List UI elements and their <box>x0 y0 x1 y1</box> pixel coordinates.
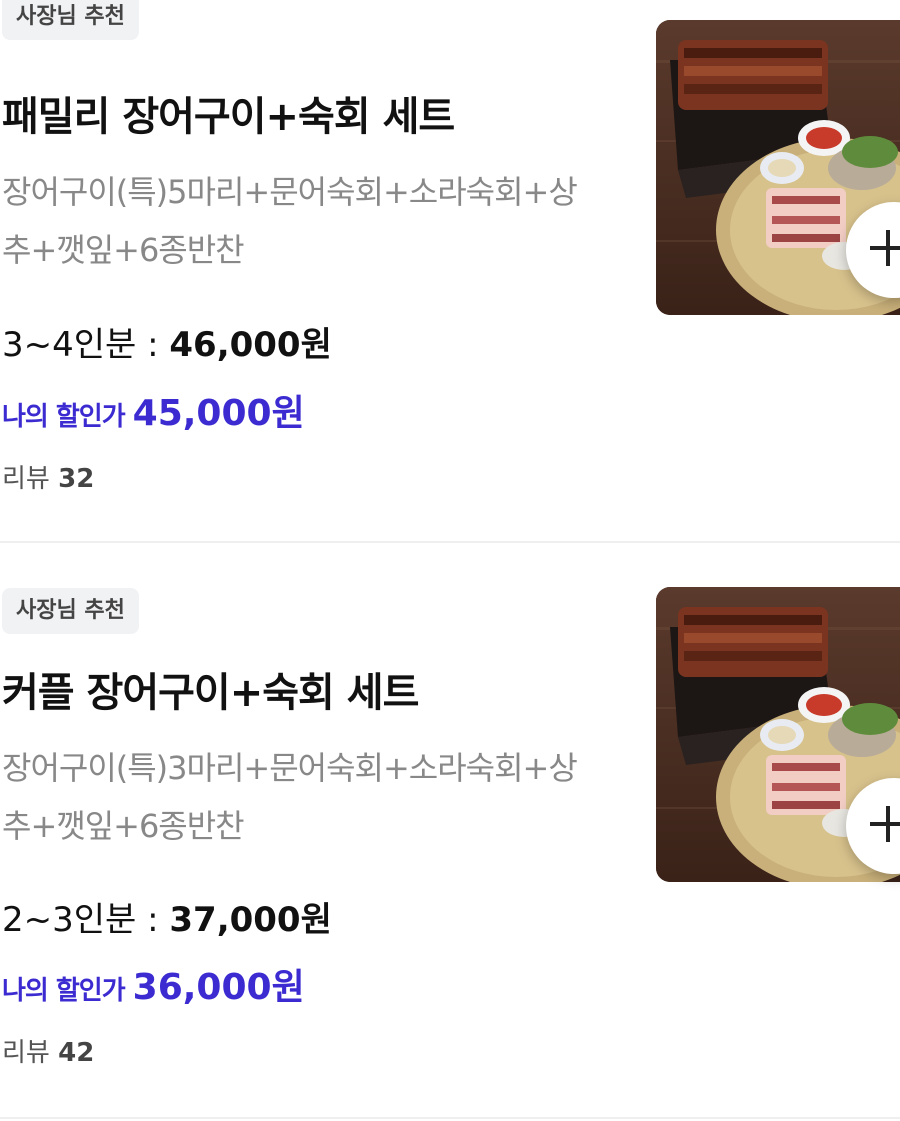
review-line[interactable]: 리뷰 32 <box>2 458 94 495</box>
price-line: 2~3인분 : 37,000원 <box>2 892 332 941</box>
discount-line: 나의 할인가 45,000원 <box>2 384 305 436</box>
serving-size: 3~4인분 : <box>2 325 170 365</box>
review-count: 32 <box>58 464 95 494</box>
plus-icon <box>870 822 900 826</box>
divider <box>0 541 900 543</box>
plus-icon <box>870 246 900 250</box>
menu-item[interactable]: 사장님 추천 커플 장어구이+숙회 세트 장어구이(특)3마리+문어숙회+소라숙… <box>0 544 900 1120</box>
review-label: 리뷰 <box>2 464 50 494</box>
discount-price: 45,000원 <box>132 393 305 434</box>
menu-title: 커플 장어구이+숙회 세트 <box>2 670 419 716</box>
review-count: 42 <box>58 1038 95 1068</box>
discount-price: 36,000원 <box>132 967 305 1008</box>
menu-description: 장어구이(특)5마리+문어숙회+소라숙회+상추+깻잎+6종반찬 <box>2 173 578 269</box>
menu-item[interactable]: 사장님 추천 패밀리 장어구이+숙회 세트 장어구이(특)5마리+문어숙회+소라… <box>0 0 900 543</box>
recommend-badge: 사장님 추천 <box>2 588 139 634</box>
divider <box>0 1117 900 1119</box>
discount-label: 나의 할인가 <box>2 976 126 1006</box>
menu-title: 패밀리 장어구이+숙회 세트 <box>2 94 455 140</box>
serving-size: 2~3인분 : <box>2 900 170 940</box>
price: 46,000원 <box>169 325 332 365</box>
price-line: 3~4인분 : 46,000원 <box>2 317 332 366</box>
review-line[interactable]: 리뷰 42 <box>2 1032 94 1069</box>
price: 37,000원 <box>169 900 332 940</box>
review-label: 리뷰 <box>2 1038 50 1068</box>
menu-description: 장어구이(특)3마리+문어숙회+소라숙회+상추+깻잎+6종반찬 <box>2 749 578 845</box>
discount-line: 나의 할인가 36,000원 <box>2 958 305 1010</box>
recommend-badge: 사장님 추천 <box>2 0 139 40</box>
discount-label: 나의 할인가 <box>2 402 126 432</box>
menu-list: 사장님 추천 패밀리 장어구이+숙회 세트 장어구이(특)5마리+문어숙회+소라… <box>0 0 900 1121</box>
